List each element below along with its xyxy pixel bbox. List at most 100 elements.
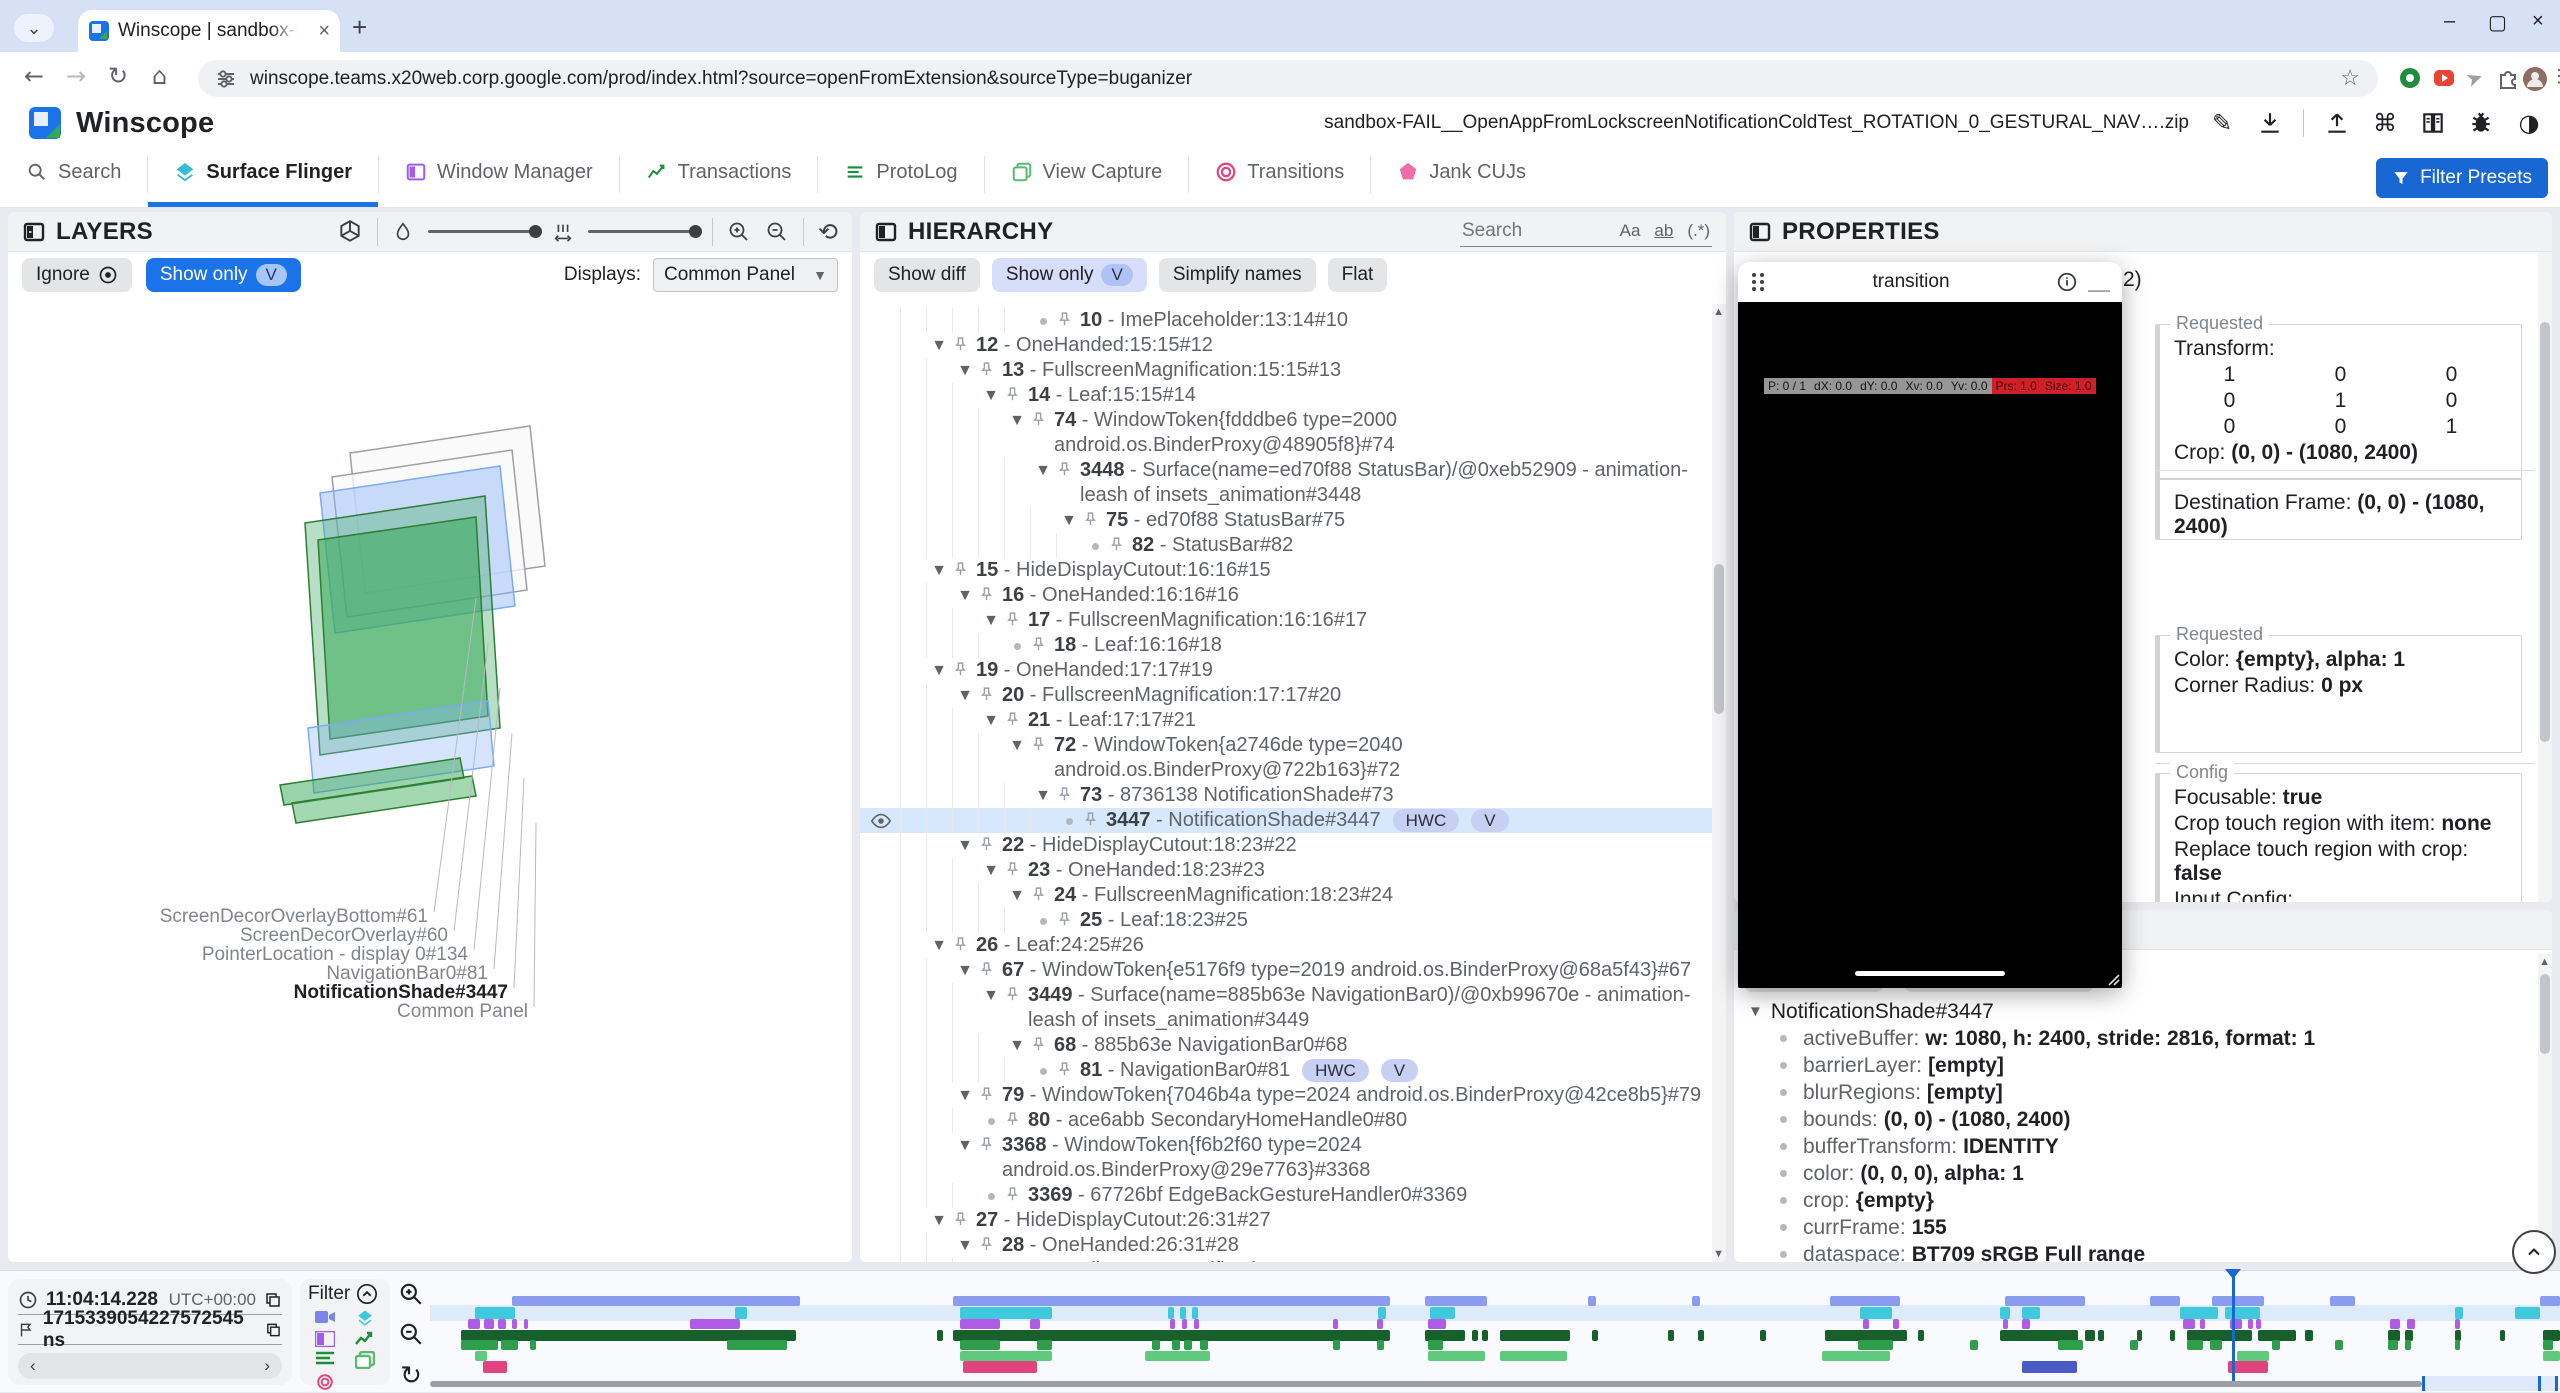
transitions-filter-icon[interactable]	[316, 1373, 334, 1391]
rotation-slider[interactable]	[428, 230, 538, 233]
expand-arrow-icon[interactable]: ▼	[926, 658, 952, 683]
expand-arrow-icon[interactable]: ▼	[952, 1133, 978, 1158]
screen-recording-filter-icon[interactable]	[315, 1309, 335, 1325]
hierarchy-search[interactable]: Aa ab (.*)	[1460, 216, 1712, 247]
timeline-segment-view-capture[interactable]	[475, 1351, 487, 1361]
timeline-segment-screen-recording[interactable]	[2005, 1296, 2085, 1306]
timeline-segment-window-manager[interactable]	[1428, 1319, 1446, 1329]
pin-icon[interactable]	[978, 583, 1002, 603]
pin-icon[interactable]	[1082, 808, 1106, 828]
timeline-segment-window-manager[interactable]	[524, 1319, 528, 1329]
view-capture-filter-icon[interactable]	[355, 1351, 375, 1369]
timeline-segment-protolog[interactable]	[727, 1340, 787, 1350]
copy-icon[interactable]	[264, 1291, 282, 1309]
tree-row[interactable]: ▼79 - WindowToken{7046b4a type=2024 andr…	[860, 1083, 1712, 1108]
bookmark-star-icon[interactable]: ☆	[2340, 66, 2360, 91]
pin-icon[interactable]	[978, 833, 1002, 853]
flat-button[interactable]: Flat	[1328, 258, 1388, 292]
display-select[interactable]: Common Panel▼	[653, 258, 838, 292]
timeline-segment-transactions[interactable]	[2500, 1330, 2505, 1341]
tree-row[interactable]: ▼73 - 8736138 NotificationShade#73	[860, 783, 1712, 808]
show-only-button[interactable]: Show only V	[992, 258, 1147, 292]
timeline-segment-protolog[interactable]	[2272, 1340, 2280, 1350]
timeline-segment-view-capture[interactable]	[960, 1351, 1052, 1361]
timeline-segment-view-capture[interactable]	[2237, 1351, 2269, 1361]
pin-icon[interactable]	[1056, 1058, 1080, 1078]
timeline-segment-surface-flinger[interactable]	[2515, 1307, 2540, 1319]
expand-arrow-icon[interactable]: ▼	[952, 1083, 978, 1108]
timeline-segment-protolog[interactable]	[1970, 1340, 1978, 1350]
timeline-segment-screen-recording[interactable]	[1692, 1296, 1700, 1306]
zoom-out-icon[interactable]	[765, 220, 789, 244]
timestamp-ns[interactable]: 1715339054227572545 ns	[43, 1308, 257, 1352]
timeline-segment-window-manager[interactable]	[690, 1319, 740, 1329]
regex-icon[interactable]: (.*)	[1687, 221, 1710, 241]
expand-timeline-button[interactable]	[2512, 1230, 2556, 1274]
property-root-row[interactable]: ▼ NotificationShade#3447	[1734, 998, 2552, 1025]
timeline-segment-view-capture[interactable]	[2543, 1351, 2560, 1361]
info-icon[interactable]	[2056, 271, 2078, 293]
timeline-segment-window-manager[interactable]	[2407, 1319, 2415, 1329]
next-frame-button[interactable]: ›	[264, 1356, 270, 1376]
tree-row[interactable]: ▼28 - OneHanded:26:31#28	[860, 1233, 1712, 1258]
timeline-segment-screen-recording[interactable]	[2540, 1296, 2560, 1306]
surface-flinger-filter-icon[interactable]	[356, 1309, 374, 1327]
tree-row[interactable]: ▼14 - Leaf:15:15#14	[860, 383, 1712, 408]
pin-icon[interactable]	[1004, 608, 1028, 628]
expand-arrow-icon[interactable]: ▼	[978, 983, 1004, 1008]
tree-row[interactable]: ▼13 - FullscreenMagnification:15:15#13	[860, 358, 1712, 383]
tree-row[interactable]: ▼17 - FullscreenMagnification:16:16#17	[860, 608, 1712, 633]
timeline-segment-screen-recording[interactable]	[1830, 1296, 1900, 1306]
timeline-segment-view-capture[interactable]	[1145, 1351, 1210, 1361]
timeline-segment-surface-flinger[interactable]	[2225, 1307, 2260, 1319]
timeline-segment-protolog[interactable]	[2388, 1340, 2398, 1350]
trace-tab-transitions[interactable]: Transitions	[1189, 142, 1370, 207]
timeline-segment-transactions[interactable]	[2137, 1330, 2142, 1341]
download-icon[interactable]	[2255, 108, 2285, 138]
timeline-segment-window-manager[interactable]	[2455, 1319, 2460, 1329]
expand-arrow-icon[interactable]: ▼	[1748, 998, 1763, 1025]
timeline-segment-protolog[interactable]	[2455, 1340, 2460, 1350]
timeline-segment-protolog[interactable]	[461, 1340, 498, 1350]
3d-view-icon[interactable]	[337, 219, 363, 245]
hierarchy-scrollbar[interactable]: ▲ ▼	[1712, 304, 1726, 1262]
show-diff-button[interactable]: Show diff	[874, 258, 980, 292]
reload-icon[interactable]: ↻	[108, 62, 128, 90]
timeline-segment-window-manager[interactable]	[2022, 1319, 2030, 1329]
trace-tab-transactions[interactable]: Transactions	[620, 142, 818, 207]
pin-icon[interactable]	[1056, 783, 1080, 803]
timeline-segment-transactions[interactable]	[937, 1330, 943, 1341]
site-settings-icon[interactable]	[216, 69, 236, 89]
timeline-segment-view-capture[interactable]	[1822, 1351, 1890, 1361]
drag-handle-icon[interactable]	[1750, 271, 1766, 293]
timeline-segment-window-manager[interactable]	[2200, 1319, 2205, 1329]
timeline-segment-protolog[interactable]	[2058, 1340, 2083, 1350]
timeline-segment-window-manager[interactable]	[2003, 1319, 2008, 1329]
timeline-segment-transactions[interactable]	[1592, 1330, 1598, 1341]
timeline-segment-window-manager[interactable]	[1377, 1319, 1383, 1329]
timeline-segment-window-manager[interactable]	[2248, 1319, 2253, 1329]
pin-icon[interactable]	[978, 683, 1002, 703]
home-icon[interactable]: ⌂	[152, 62, 167, 90]
timeline-segment-protolog[interactable]	[2543, 1340, 2553, 1350]
timeline-segment-surface-flinger[interactable]	[1430, 1307, 1455, 1319]
pin-icon[interactable]	[1030, 408, 1054, 428]
timeline-segment-surface-flinger[interactable]	[735, 1307, 747, 1319]
tree-row[interactable]: 25 - Leaf:18:23#25	[860, 908, 1712, 933]
timeline-segment-protolog[interactable]	[2130, 1340, 2138, 1350]
timeline-segment-surface-flinger[interactable]	[960, 1307, 1052, 1319]
timeline-segment-window-manager[interactable]	[1333, 1319, 1338, 1329]
timeline-segment-transactions[interactable]	[2170, 1330, 2175, 1341]
filter-presets-button[interactable]: Filter Presets	[2376, 158, 2548, 198]
timeline-segment-window-manager[interactable]	[498, 1319, 506, 1329]
timeline-segment-window-manager[interactable]	[1182, 1319, 1187, 1329]
visibility-icon[interactable]	[870, 810, 892, 832]
copy-icon[interactable]	[265, 1321, 282, 1339]
expand-arrow-icon[interactable]: ▼	[1004, 733, 1030, 758]
timeline-segment-protolog[interactable]	[2405, 1340, 2411, 1350]
expand-arrow-icon[interactable]: ▼	[926, 1208, 952, 1233]
hierarchy-search-input[interactable]	[1462, 220, 1582, 242]
timeline-zoom-out-icon[interactable]	[398, 1321, 424, 1347]
pin-icon[interactable]	[978, 1233, 1002, 1253]
tree-row[interactable]: ▼20 - FullscreenMagnification:17:17#20	[860, 683, 1712, 708]
